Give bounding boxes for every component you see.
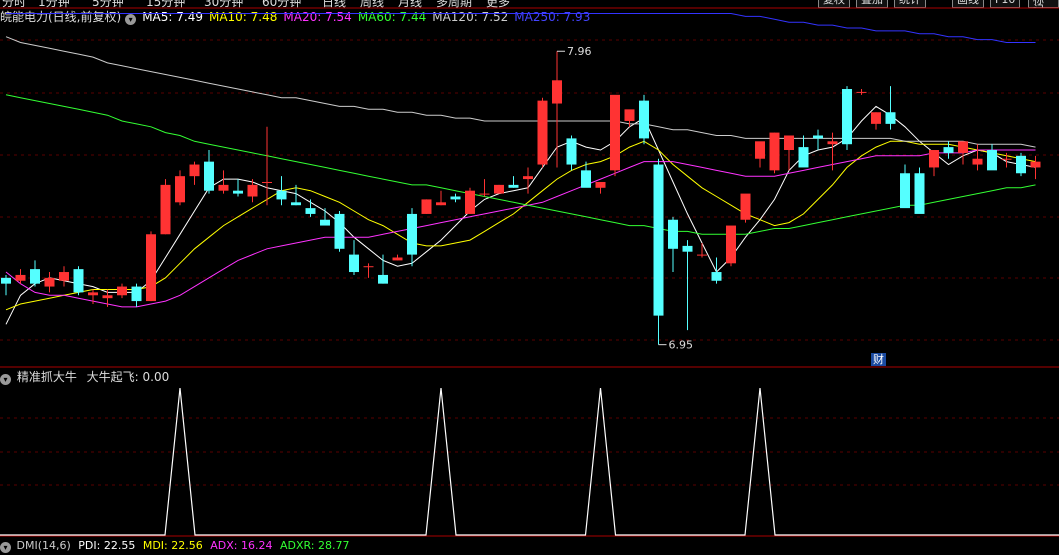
candle-body	[523, 176, 533, 180]
candle-body	[798, 147, 809, 168]
candle-body	[421, 199, 432, 214]
candle-body	[247, 184, 258, 197]
adxr-label: ADXR: 28.77	[279, 539, 350, 552]
candle-body	[1001, 158, 1012, 160]
candle-body	[131, 286, 142, 302]
candle-body	[334, 213, 345, 249]
candle-body	[59, 272, 69, 281]
ma-line-ma10	[5, 140, 1036, 311]
candle-body	[827, 141, 838, 145]
candle-body	[929, 150, 939, 168]
ma-line-ma20	[5, 149, 1036, 308]
candle-body	[610, 94, 620, 171]
candle-body	[871, 112, 881, 124]
ma-line-ma5	[5, 105, 1036, 325]
low-label: 6.95	[669, 339, 694, 352]
candle-body	[581, 170, 591, 188]
candle-body	[900, 173, 910, 209]
candle-body	[769, 132, 780, 171]
candle-body	[987, 150, 997, 171]
candle-body	[972, 158, 983, 165]
candle-body	[697, 254, 707, 256]
candle-body	[1, 277, 11, 284]
candle-body	[639, 100, 649, 139]
candle-body	[204, 161, 214, 191]
candle-body	[450, 196, 461, 200]
adx-label: ADX: 16.24	[210, 539, 273, 552]
candle-body	[595, 181, 606, 188]
candle-body	[508, 184, 519, 188]
dmi-legend: ▾ DMI(14,6) PDI: 22.55 MDI: 22.56 ADX: 1…	[0, 537, 350, 553]
candle-body	[566, 138, 577, 165]
candle-body	[624, 109, 635, 121]
candle-body	[44, 277, 55, 287]
candle-body	[175, 176, 185, 203]
ma-line-ma250	[6, 13, 1036, 43]
dmi-name: DMI(14,6)	[16, 539, 71, 552]
indicator-legend: ▾ 精准抓大牛 大牛起飞: 0.00	[0, 368, 169, 386]
pdi-label: PDI: 22.55	[78, 539, 136, 552]
candle-body	[856, 91, 867, 93]
candle-body	[813, 135, 823, 139]
candle-body	[943, 147, 954, 153]
candle-body	[885, 112, 896, 124]
candle-body	[755, 141, 765, 159]
candle-body	[711, 272, 722, 281]
candle-body	[1030, 161, 1041, 168]
mdi-label: MDI: 22.56	[142, 539, 203, 552]
candle-body	[88, 292, 98, 296]
candle-body	[276, 190, 287, 200]
candle-body	[653, 164, 664, 316]
candle-body	[146, 234, 156, 302]
indicator-name: 精准抓大牛	[16, 370, 77, 384]
indicator-value: 大牛起飞: 0.00	[86, 370, 170, 384]
candle-body	[682, 245, 693, 252]
dropdown-toggle-icon[interactable]: ▾	[0, 542, 11, 553]
signal-line	[0, 387, 1059, 536]
candle-body	[552, 80, 562, 104]
candle-body	[291, 202, 301, 206]
candle-body	[842, 89, 852, 145]
candle-body	[102, 295, 113, 299]
candle-body	[15, 274, 26, 281]
dropdown-toggle-icon[interactable]: ▾	[0, 374, 11, 385]
candle-body	[305, 208, 316, 214]
candle-body	[668, 219, 678, 249]
candle-body	[189, 164, 200, 177]
candle-body	[436, 202, 446, 206]
candle-body	[407, 213, 417, 255]
candle-body	[494, 184, 504, 194]
candle-body	[262, 181, 272, 183]
candle-body	[233, 190, 243, 194]
candle-body	[320, 219, 330, 226]
high-label: 7.96	[567, 45, 592, 58]
candle-body	[349, 254, 359, 273]
candle-body	[117, 286, 127, 296]
candle-body	[73, 269, 84, 293]
candle-body	[378, 274, 388, 284]
candle-body	[726, 225, 736, 264]
finance-badge[interactable]: 财	[871, 353, 886, 366]
candle-body	[537, 100, 548, 165]
candle-body	[218, 184, 229, 191]
candle-body	[914, 173, 925, 214]
candle-body	[479, 193, 490, 195]
candle-body	[392, 257, 403, 261]
candle-body	[30, 269, 40, 284]
candle-body	[1016, 155, 1026, 174]
kline-chart[interactable]: 7.96 6.95	[0, 0, 1059, 547]
candle-body	[740, 193, 751, 220]
ma-line-ma60	[5, 94, 1036, 235]
candle-body	[958, 141, 968, 153]
candle-body	[160, 184, 171, 235]
candle-body	[465, 190, 475, 214]
candle-body	[363, 266, 374, 268]
candle-body	[784, 135, 794, 151]
